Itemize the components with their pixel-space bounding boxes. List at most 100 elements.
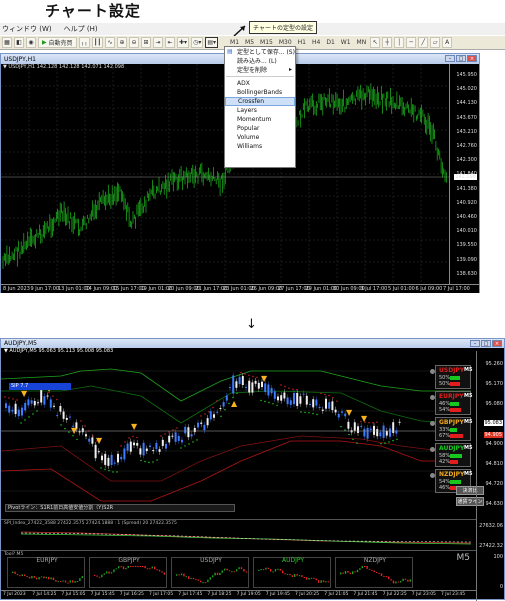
periods-icon[interactable]: ◷▾ (191, 37, 204, 48)
vertical-line-icon[interactable]: │ (394, 37, 405, 48)
mini-chart-audjpy[interactable]: AUDJPY (253, 557, 331, 588)
mini-candle (106, 571, 108, 574)
candle (193, 427, 196, 433)
timeframe-d1[interactable]: D1 (324, 39, 336, 46)
horizontal-line-icon[interactable]: ─ (406, 37, 417, 48)
mini-chart-eurjpy[interactable]: EURJPY (7, 557, 85, 588)
candle (181, 439, 183, 443)
crosshair-icon[interactable]: ┼ (382, 37, 393, 48)
mini-candle (318, 580, 320, 583)
candle (293, 392, 295, 405)
bar-chart-icon[interactable]: ╷╷ (78, 37, 90, 48)
mini-candle (400, 580, 402, 583)
timeframe-h4[interactable]: H4 (310, 39, 322, 46)
mini-candle (183, 573, 185, 577)
autoscroll-icon[interactable]: ⇥ (153, 37, 164, 48)
template-momentum[interactable]: Momentum (225, 115, 295, 124)
mini-candle (185, 576, 187, 578)
date-label: 7 Jul 16:25 (119, 592, 144, 597)
candle (155, 442, 158, 450)
load-template-item[interactable]: 読み込み... (L) (225, 56, 295, 65)
timeframe-w1[interactable]: W1 (339, 39, 353, 46)
template-williams[interactable]: Williams (225, 142, 295, 151)
mini-candle (258, 569, 260, 571)
timeframe-m15[interactable]: M15 (258, 39, 275, 46)
mini-candle (347, 570, 349, 573)
indicators-icon[interactable]: ✚▾ (177, 37, 190, 48)
signal-arrow: ▼ (361, 414, 368, 423)
mini-chart-gbpjpy[interactable]: GBPJPY (89, 557, 167, 588)
candle (37, 402, 39, 404)
timeframe-mn[interactable]: MN (355, 39, 369, 46)
mini-candle (94, 574, 96, 576)
candle (145, 448, 148, 452)
maximize-icon[interactable]: □ (456, 55, 466, 62)
candlestick-icon[interactable]: ┃┃ (91, 37, 104, 48)
mini-candle (260, 569, 262, 571)
new-chart-icon[interactable]: ▦ (2, 37, 12, 48)
close-icon[interactable]: × (492, 340, 502, 347)
candle (104, 453, 107, 465)
template-popular[interactable]: Popular (225, 124, 295, 133)
candle (251, 382, 254, 393)
mini-candle (209, 577, 211, 580)
zoom-out-icon[interactable]: ⊖ (129, 37, 140, 48)
tile-windows-icon[interactable]: ⊞ (141, 37, 152, 48)
minimize-icon[interactable]: – (470, 340, 480, 347)
mini-candle (52, 577, 55, 581)
spi-value: 27422.32 (479, 543, 503, 549)
timeframe-m30[interactable]: M30 (277, 39, 294, 46)
candle (187, 427, 190, 438)
mini-candle (409, 579, 411, 582)
delete-template-item[interactable]: 定型を削除 ▸ (225, 65, 295, 74)
mini-chart-nzdjpy[interactable]: NZDJPY (335, 557, 413, 588)
profiles-icon[interactable]: ◧ (14, 37, 24, 48)
mini-candle (395, 581, 397, 584)
mini-candle (204, 582, 207, 584)
template-button[interactable]: ▤▾ (205, 37, 219, 48)
minimize-icon[interactable]: – (445, 55, 455, 62)
mini-chart-usdjpy[interactable]: USDJPY (171, 557, 249, 588)
maximize-icon[interactable]: □ (481, 340, 491, 347)
auto-trading-button[interactable]: ▶ 自動売買 (38, 37, 77, 48)
timeframe-m1[interactable]: M1 (228, 39, 241, 46)
mini-candle (383, 575, 385, 577)
channel-icon[interactable]: ▱ (430, 37, 441, 48)
candle (277, 396, 279, 401)
text-icon[interactable]: A (442, 37, 453, 48)
candle (334, 409, 337, 413)
template-adx[interactable]: ADX (225, 79, 295, 88)
zoom-in-icon[interactable]: ⊕ (117, 37, 128, 48)
timeframe-h1[interactable]: H1 (296, 39, 308, 46)
trendline-icon[interactable]: ╱ (418, 37, 429, 48)
candle (289, 400, 292, 405)
menu-help[interactable]: ヘルプ (H) (64, 24, 98, 34)
audjpy-price-chart[interactable]: ▼▼▼▼▼▲▼▼▼ (1, 351, 471, 516)
close-icon[interactable]: × (467, 55, 477, 62)
mini-candle (402, 578, 404, 581)
template-bollinger[interactable]: BollingerBands (225, 88, 295, 97)
price-label: 94.810 (485, 461, 504, 467)
mini-candle (64, 580, 67, 583)
line-chart-icon[interactable]: ∿ (105, 37, 116, 48)
menu-window[interactable]: ウィンドウ (W) (2, 24, 52, 34)
template-crossfen[interactable]: Crossfen (225, 97, 295, 106)
date-label: 7 Jul 21:45 (353, 592, 378, 597)
candle (385, 430, 388, 436)
chart-shift-icon[interactable]: ⇤ (165, 37, 176, 48)
price-label: 139.090 (456, 256, 477, 263)
market-watch-icon[interactable]: ◉ (26, 37, 36, 48)
save-template-item[interactable]: ▤ 定型として保存... (S) (225, 47, 295, 56)
candle (113, 462, 116, 464)
signal-arrow: ▼ (96, 436, 103, 445)
template-volume[interactable]: Volume (225, 133, 295, 142)
candle (331, 401, 334, 411)
timeframe-m5[interactable]: M5 (243, 39, 256, 46)
candle (69, 416, 71, 418)
cursor-icon[interactable]: ↖ (370, 37, 381, 48)
mini-candle (103, 573, 105, 575)
template-layers[interactable]: Layers (225, 106, 295, 115)
panel-pair-name: NZDJPY (439, 471, 465, 478)
mini-candle (221, 570, 223, 573)
candle (245, 386, 247, 388)
